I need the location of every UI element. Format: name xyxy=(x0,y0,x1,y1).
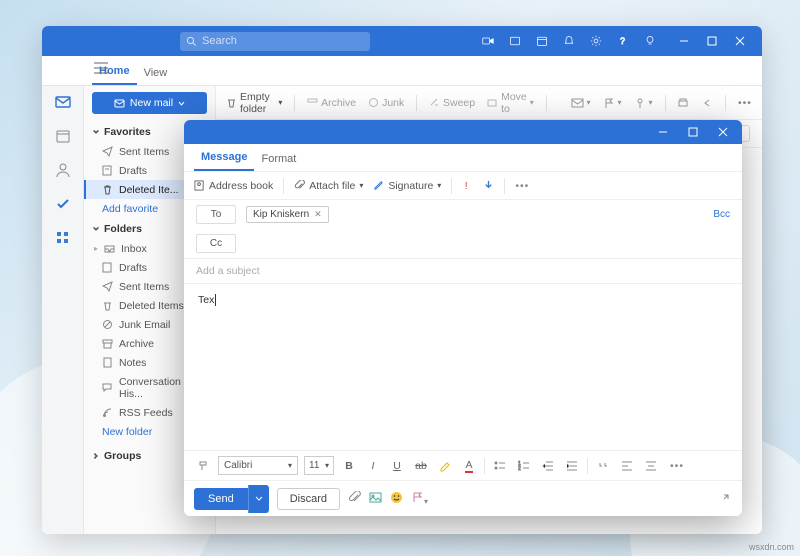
new-mail-label: New mail xyxy=(130,97,173,109)
tab-format[interactable]: Format xyxy=(254,146,303,171)
cc-button[interactable]: Cc xyxy=(196,234,236,253)
align-center-button[interactable] xyxy=(642,460,660,472)
undo-button[interactable] xyxy=(701,97,713,109)
svg-text:2: 2 xyxy=(518,466,521,472)
sweep-button[interactable]: Sweep xyxy=(429,97,475,109)
search-placeholder: Search xyxy=(202,35,237,47)
ribbon-tabs: Home View xyxy=(42,56,762,86)
maximize-button[interactable] xyxy=(698,28,726,54)
title-bar: Search ? xyxy=(42,26,762,56)
watermark: wsxdn.com xyxy=(749,542,794,552)
subject-input[interactable]: Add a subject xyxy=(184,259,742,284)
new-mail-button[interactable]: New mail xyxy=(92,92,207,114)
svg-text:!: ! xyxy=(465,181,468,191)
app-rail xyxy=(42,86,84,534)
importance-high-button[interactable]: ! xyxy=(462,180,473,191)
recipient-chip[interactable]: Kip Kniskern✕ xyxy=(246,206,329,223)
svg-text:?: ? xyxy=(620,36,625,46)
tab-message[interactable]: Message xyxy=(194,144,254,171)
notifications-icon[interactable] xyxy=(562,35,575,48)
teams-icon[interactable] xyxy=(508,35,521,48)
format-more-button[interactable]: ••• xyxy=(670,460,684,472)
meet-now-icon[interactable] xyxy=(481,35,494,48)
flag-button[interactable]: ▾ xyxy=(603,97,622,109)
archive-button[interactable]: Archive xyxy=(307,97,356,109)
compose-maximize-button[interactable] xyxy=(678,120,708,144)
to-field-row: To Kip Kniskern✕ Bcc xyxy=(184,200,742,229)
numbering-button[interactable]: 12 xyxy=(515,460,533,472)
print-button[interactable] xyxy=(677,97,689,109)
emoji-icon[interactable] xyxy=(390,491,403,507)
todo-app-icon[interactable] xyxy=(53,194,73,214)
read-unread-button[interactable]: ▾ xyxy=(571,96,591,109)
search-input[interactable]: Search xyxy=(180,32,370,51)
picture-icon[interactable] xyxy=(369,491,382,507)
to-button[interactable]: To xyxy=(196,205,236,224)
address-book-button[interactable]: Address book xyxy=(194,180,273,192)
calendar-app-icon[interactable] xyxy=(53,126,73,146)
tips-icon[interactable] xyxy=(643,35,656,48)
cc-field-row: Cc xyxy=(184,229,742,258)
minimize-button[interactable] xyxy=(670,28,698,54)
bcc-link[interactable]: Bcc xyxy=(713,209,730,220)
quote-button[interactable] xyxy=(594,460,612,472)
italic-button[interactable]: I xyxy=(364,460,382,472)
bullets-button[interactable] xyxy=(491,460,509,472)
compose-minimize-button[interactable] xyxy=(648,120,678,144)
moveto-button[interactable]: Move to▾ xyxy=(487,91,534,115)
compose-window: Message Format Address book Attach file▾… xyxy=(184,120,742,516)
compose-tabs: Message Format xyxy=(184,144,742,172)
discard-button[interactable]: Discard xyxy=(277,488,340,510)
bold-button[interactable]: B xyxy=(340,460,358,472)
font-color-button[interactable]: A xyxy=(460,459,478,473)
compose-more-button[interactable]: ••• xyxy=(515,180,529,192)
calendar-appbar-icon[interactable] xyxy=(535,35,548,48)
signature-button[interactable]: Signature▾ xyxy=(373,180,441,192)
highlight-button[interactable] xyxy=(436,460,454,472)
pin-button[interactable]: ▾ xyxy=(634,97,653,109)
format-bar: Calibri▾ 11▾ B I U ab A 12 ••• xyxy=(184,450,742,480)
send-button[interactable]: Send xyxy=(194,488,248,510)
mail-app-icon[interactable] xyxy=(53,92,73,112)
tab-view[interactable]: View xyxy=(137,60,175,85)
compose-close-button[interactable] xyxy=(708,120,738,144)
strike-button[interactable]: ab xyxy=(412,460,430,472)
attach-icon[interactable] xyxy=(348,491,361,507)
more-app-icon[interactable] xyxy=(53,228,73,248)
more-button[interactable]: ••• xyxy=(738,97,752,109)
outdent-button[interactable] xyxy=(539,460,557,472)
empty-folder-button[interactable]: Empty folder▾ xyxy=(226,91,282,115)
font-size-select[interactable]: 11▾ xyxy=(304,456,334,475)
send-dropdown-button[interactable] xyxy=(248,485,269,513)
align-left-button[interactable] xyxy=(618,460,636,472)
compose-toolbar: Address book Attach file▾ Signature▾ ! •… xyxy=(184,172,742,200)
message-body-input[interactable]: Tex xyxy=(184,284,742,450)
message-toolbar: Empty folder▾ Archive Junk Sweep Move to… xyxy=(216,86,762,120)
nav-toggle-icon[interactable] xyxy=(94,62,108,77)
format-painter-icon[interactable] xyxy=(194,460,212,472)
expand-icon[interactable] xyxy=(720,491,732,506)
close-button[interactable] xyxy=(726,28,754,54)
attach-file-button[interactable]: Attach file▾ xyxy=(294,180,363,192)
help-icon[interactable]: ? xyxy=(616,35,629,48)
junk-button[interactable]: Junk xyxy=(368,97,404,109)
underline-button[interactable]: U xyxy=(388,460,406,472)
settings-icon[interactable] xyxy=(589,35,602,48)
people-app-icon[interactable] xyxy=(53,160,73,180)
send-bar: Send Discard ▾ xyxy=(184,480,742,516)
compose-titlebar xyxy=(184,120,742,144)
schedule-icon[interactable]: ▾ xyxy=(411,491,428,507)
importance-low-button[interactable] xyxy=(483,180,494,191)
font-family-select[interactable]: Calibri▾ xyxy=(218,456,298,475)
indent-button[interactable] xyxy=(563,460,581,472)
remove-recipient-icon[interactable]: ✕ xyxy=(314,209,322,220)
